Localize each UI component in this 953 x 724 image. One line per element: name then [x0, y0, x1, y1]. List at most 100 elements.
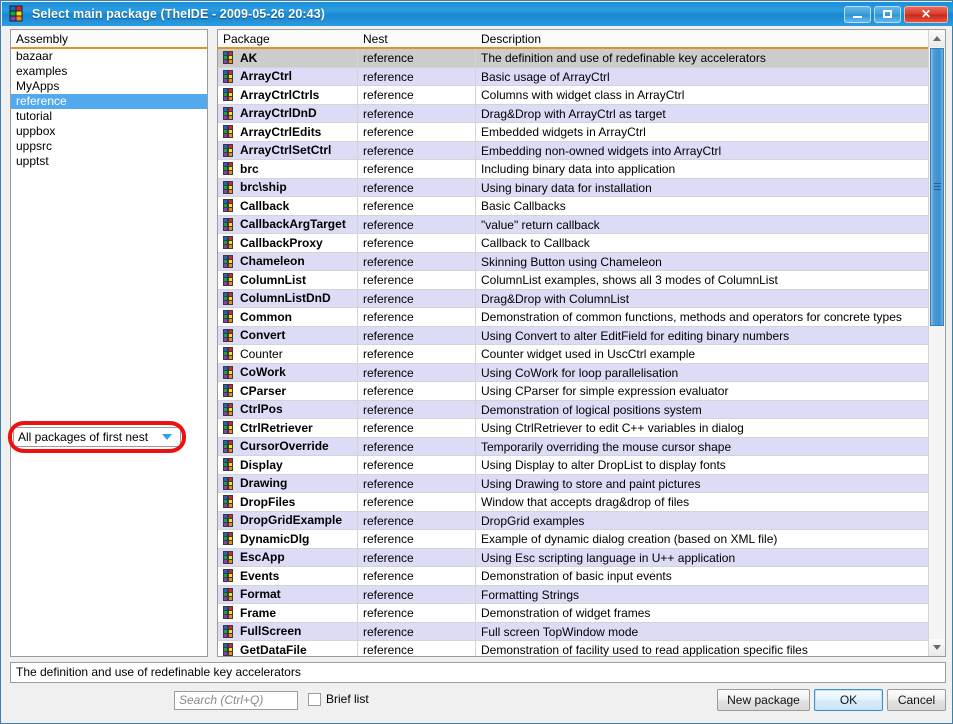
table-row[interactable]: DrawingreferenceUsing Drawing to store a…: [218, 475, 928, 494]
package-name: Counter: [240, 345, 283, 363]
table-row[interactable]: ArrayCtrlCtrlsreferenceColumns with widg…: [218, 86, 928, 105]
cell-description: Callback to Callback: [476, 234, 928, 252]
table-row[interactable]: ArrayCtrlSetCtrlreferenceEmbedding non-o…: [218, 142, 928, 161]
cell-nest: reference: [358, 493, 476, 511]
search-input[interactable]: Search (Ctrl+Q): [174, 691, 298, 710]
table-row[interactable]: ChameleonreferenceSkinning Button using …: [218, 253, 928, 272]
cell-nest: reference: [358, 512, 476, 530]
package-icon: [222, 514, 235, 527]
ok-button[interactable]: OK: [814, 689, 883, 711]
selected-package-description: The definition and use of redefinable ke…: [10, 662, 946, 683]
table-row[interactable]: EscAppreferenceUsing Esc scripting langu…: [218, 549, 928, 568]
package-icon: [222, 625, 235, 638]
column-header-package[interactable]: Package: [218, 30, 358, 47]
cell-nest: reference: [358, 105, 476, 123]
package-icon: [222, 440, 235, 453]
package-name: CoWork: [240, 364, 286, 382]
package-name: DynamicDlg: [240, 530, 309, 548]
close-button[interactable]: ✕: [904, 6, 948, 23]
table-row[interactable]: AKreferenceThe definition and use of red…: [218, 49, 928, 68]
minimize-button[interactable]: [844, 6, 871, 23]
cell-description: "value" return callback: [476, 216, 928, 234]
cell-package: Frame: [218, 604, 358, 622]
table-row[interactable]: CtrlPosreferenceDemonstration of logical…: [218, 401, 928, 420]
cell-description: Embedding non-owned widgets into ArrayCt…: [476, 142, 928, 160]
package-table-header: Package Nest Description: [218, 30, 928, 49]
table-row[interactable]: ArrayCtrlDnDreferenceDrag&Drop with Arra…: [218, 105, 928, 124]
assembly-item-uppsrc[interactable]: uppsrc: [11, 139, 207, 154]
table-row[interactable]: brcreferenceIncluding binary data into a…: [218, 160, 928, 179]
nest-filter-dropdown[interactable]: All packages of first nest: [13, 427, 181, 447]
table-row[interactable]: CallbackProxyreferenceCallback to Callba…: [218, 234, 928, 253]
package-icon: [222, 199, 235, 212]
cell-description: Demonstration of logical positions syste…: [476, 401, 928, 419]
cell-description: Demonstration of basic input events: [476, 567, 928, 585]
table-row[interactable]: DropFilesreferenceWindow that accepts dr…: [218, 493, 928, 512]
maximize-button[interactable]: [874, 6, 901, 23]
column-header-nest[interactable]: Nest: [358, 30, 476, 47]
table-row[interactable]: EventsreferenceDemonstration of basic in…: [218, 567, 928, 586]
table-row[interactable]: DropGridExamplereferenceDropGrid example…: [218, 512, 928, 531]
new-package-button[interactable]: New package: [717, 689, 810, 711]
table-row[interactable]: ArrayCtrlreferenceBasic usage of ArrayCt…: [218, 68, 928, 87]
assembly-item-reference[interactable]: reference: [11, 94, 207, 109]
table-row[interactable]: CallbackreferenceBasic Callbacks: [218, 197, 928, 216]
column-header-description[interactable]: Description: [476, 30, 928, 47]
table-row[interactable]: CursorOverridereferenceTemporarily overr…: [218, 438, 928, 457]
cell-nest: reference: [358, 271, 476, 289]
cell-package: FullScreen: [218, 623, 358, 641]
title-bar[interactable]: Select main package (TheIDE - 2009-05-26…: [2, 2, 953, 26]
cell-package: GetDataFile: [218, 641, 358, 656]
table-row[interactable]: CounterreferenceCounter widget used in U…: [218, 345, 928, 364]
cell-nest: reference: [358, 179, 476, 197]
cell-package: ArrayCtrlDnD: [218, 105, 358, 123]
assembly-item-tutorial[interactable]: tutorial: [11, 109, 207, 124]
assembly-item-bazaar[interactable]: bazaar: [11, 49, 207, 64]
table-row[interactable]: DisplayreferenceUsing Display to alter D…: [218, 456, 928, 475]
cell-package: Convert: [218, 327, 358, 345]
assembly-item-upptst[interactable]: upptst: [11, 154, 207, 169]
assembly-item-myapps[interactable]: MyApps: [11, 79, 207, 94]
package-name: CParser: [240, 382, 286, 400]
assembly-item-examples[interactable]: examples: [11, 64, 207, 79]
cell-package: Events: [218, 567, 358, 585]
cell-nest: reference: [358, 641, 476, 656]
package-name: Convert: [240, 327, 285, 345]
table-row[interactable]: brc\shipreferenceUsing binary data for i…: [218, 179, 928, 198]
package-icon: [222, 329, 235, 342]
table-row[interactable]: CommonreferenceDemonstration of common f…: [218, 308, 928, 327]
package-name: FullScreen: [240, 623, 301, 641]
table-row[interactable]: ConvertreferenceUsing Convert to alter E…: [218, 327, 928, 346]
window-title: Select main package (TheIDE - 2009-05-26…: [32, 7, 325, 21]
table-row[interactable]: GetDataFilereferenceDemonstration of fac…: [218, 641, 928, 656]
package-name: CtrlRetriever: [240, 419, 313, 437]
package-name: DropGridExample: [240, 512, 342, 530]
scrollbar-thumb[interactable]: [930, 48, 944, 326]
table-row[interactable]: ColumnListreferenceColumnList examples, …: [218, 271, 928, 290]
table-row[interactable]: CParserreferenceUsing CParser for simple…: [218, 382, 928, 401]
assembly-list[interactable]: Assembly bazaar examples MyApps referenc…: [10, 29, 208, 657]
package-icon: [222, 51, 235, 64]
package-table[interactable]: Package Nest Description AKreferenceThe …: [217, 29, 946, 657]
table-row[interactable]: FramereferenceDemonstration of widget fr…: [218, 604, 928, 623]
package-icon: [8, 5, 26, 23]
table-row[interactable]: ArrayCtrlEditsreferenceEmbedded widgets …: [218, 123, 928, 142]
cell-package: Chameleon: [218, 253, 358, 271]
table-row[interactable]: CtrlRetrieverreferenceUsing CtrlRetrieve…: [218, 419, 928, 438]
table-row[interactable]: ColumnListDnDreferenceDrag&Drop with Col…: [218, 290, 928, 309]
cell-description: Drag&Drop with ColumnList: [476, 290, 928, 308]
scroll-up-button[interactable]: [929, 30, 945, 47]
scroll-down-button[interactable]: [929, 639, 945, 656]
table-vertical-scrollbar[interactable]: [928, 30, 945, 656]
table-row[interactable]: FullScreenreferenceFull screen TopWindow…: [218, 623, 928, 642]
brief-list-checkbox[interactable]: Brief list: [308, 692, 369, 706]
package-table-body-wrapper: Package Nest Description AKreferenceThe …: [218, 30, 928, 656]
brief-list-label: Brief list: [326, 692, 369, 706]
table-row[interactable]: CoWorkreferenceUsing CoWork for loop par…: [218, 364, 928, 383]
cancel-button[interactable]: Cancel: [887, 689, 946, 711]
table-row[interactable]: CallbackArgTargetreference"value" return…: [218, 216, 928, 235]
cell-nest: reference: [358, 253, 476, 271]
table-row[interactable]: FormatreferenceFormatting Strings: [218, 586, 928, 605]
table-row[interactable]: DynamicDlgreferenceExample of dynamic di…: [218, 530, 928, 549]
assembly-item-uppbox[interactable]: uppbox: [11, 124, 207, 139]
